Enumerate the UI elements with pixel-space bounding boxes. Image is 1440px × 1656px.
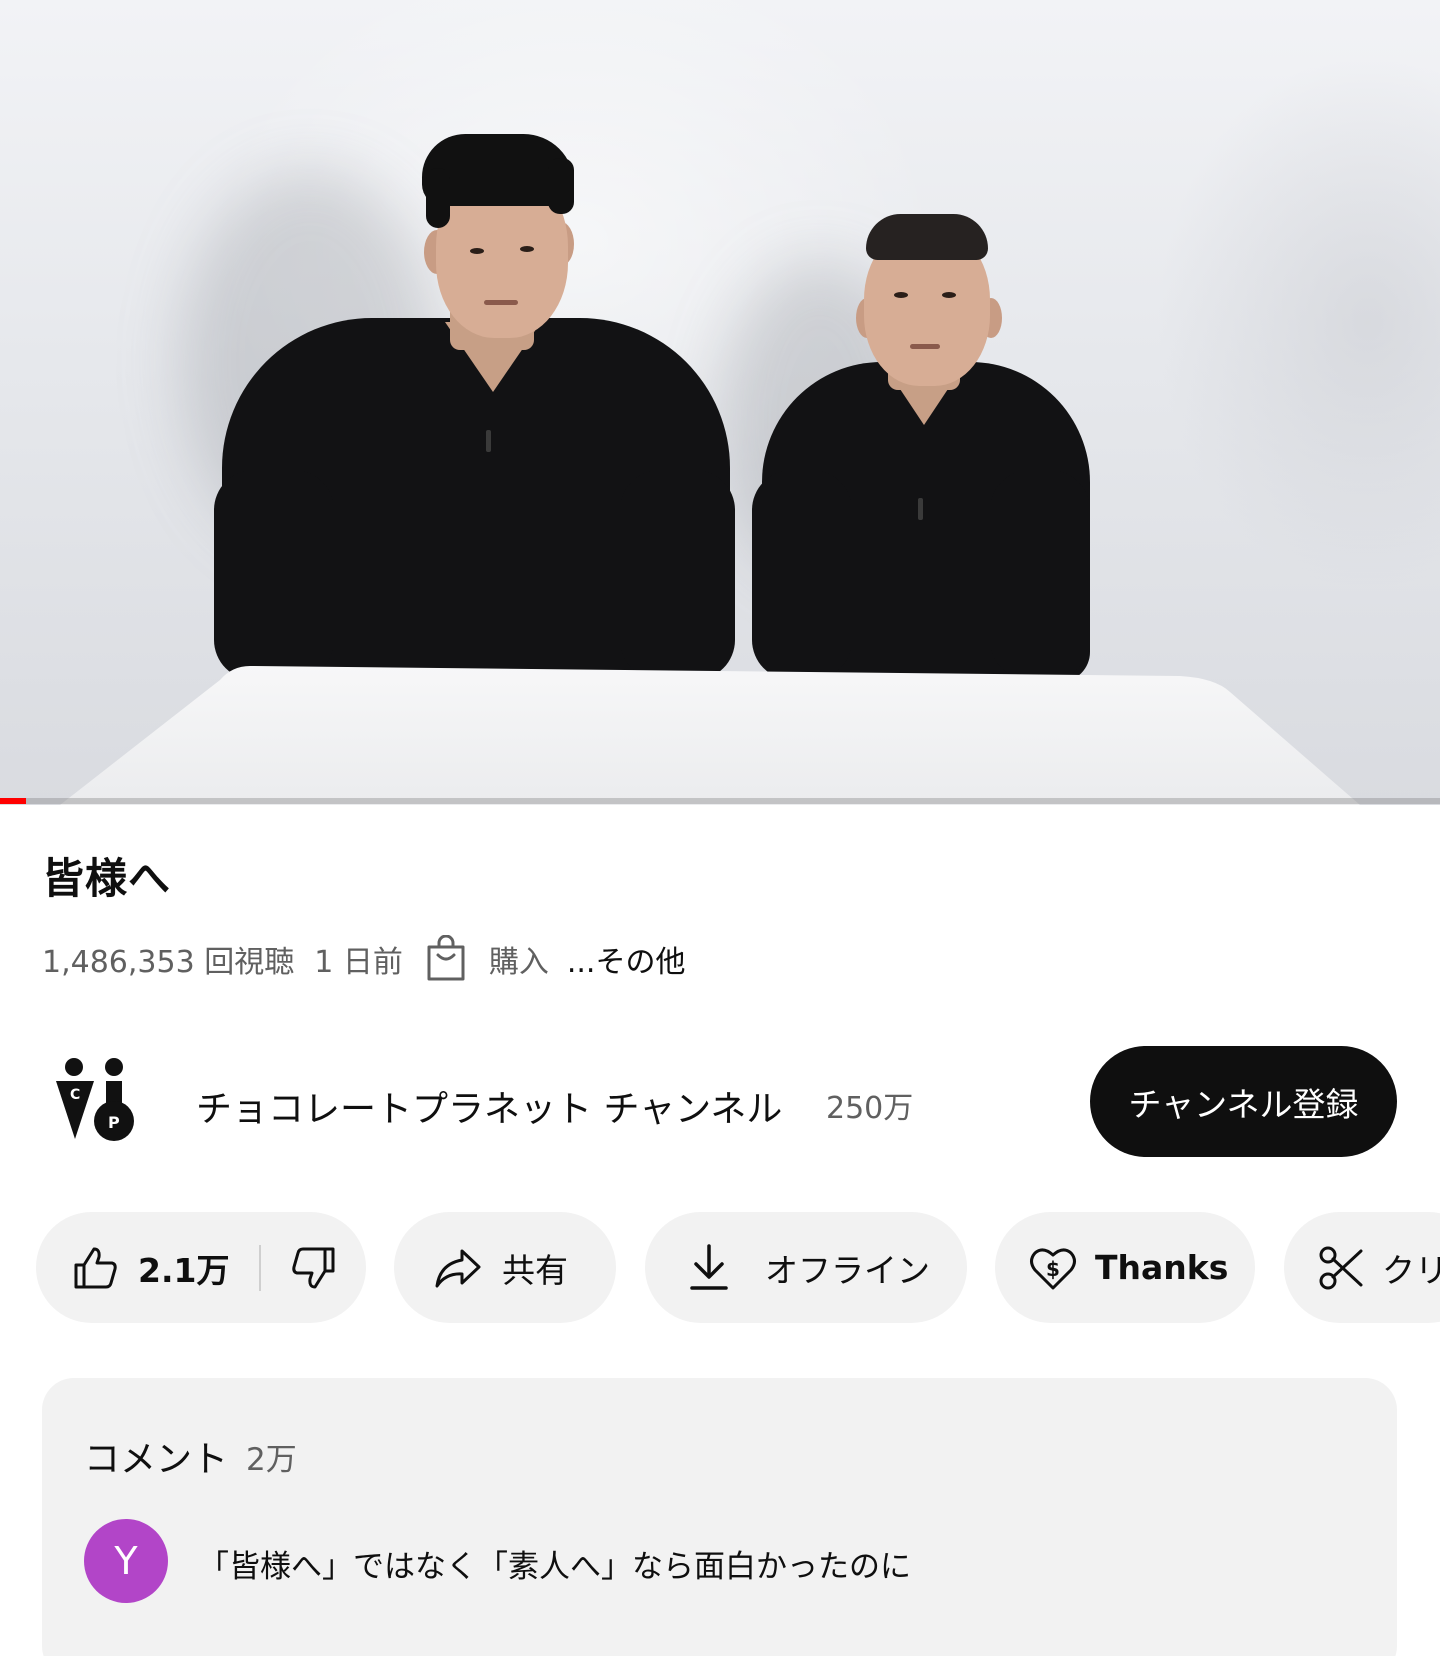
share-icon xyxy=(435,1249,481,1287)
download-button[interactable]: オフライン xyxy=(645,1212,967,1323)
video-table xyxy=(60,666,1360,805)
top-comment-text: 「皆様へ」ではなく「素人へ」なら面白かったのに xyxy=(198,1549,911,1585)
video-meta: 1,486,353 回視聴 1 日前 購入 ...その他 xyxy=(42,935,685,983)
upload-age: 1 日前 xyxy=(314,945,403,980)
thanks-icon: $ xyxy=(1030,1248,1076,1289)
channel-logo-letter-p: P xyxy=(108,1113,120,1132)
like-dislike-pill: 2.1万 xyxy=(36,1212,366,1323)
clip-label: クリ xyxy=(1382,1250,1440,1290)
comments-section[interactable]: コメント 2万 Y 「皆様へ」ではなく「素人へ」なら面白かったのに xyxy=(42,1378,1397,1656)
shopping-bag-icon[interactable] xyxy=(425,935,467,983)
clip-button[interactable]: クリ xyxy=(1284,1212,1440,1323)
download-label: オフライン xyxy=(765,1250,930,1290)
svg-text:$: $ xyxy=(1046,1257,1060,1281)
subscribe-button[interactable]: チャンネル登録 xyxy=(1090,1046,1397,1157)
view-count: 1,486,353 回視聴 xyxy=(42,945,295,980)
scissors-icon xyxy=(1319,1246,1363,1289)
video-progress-bar[interactable] xyxy=(0,798,1440,804)
buy-link[interactable]: 購入 xyxy=(489,937,549,981)
channel-avatar[interactable]: C P xyxy=(50,1055,142,1147)
video-title: 皆様へ xyxy=(42,854,172,903)
thumbs-down-icon[interactable] xyxy=(291,1245,337,1291)
thanks-button[interactable]: $ Thanks xyxy=(995,1212,1255,1323)
video-progress-fill xyxy=(0,798,26,804)
thanks-label: Thanks xyxy=(1095,1248,1229,1287)
share-label: 共有 xyxy=(502,1250,568,1290)
download-icon xyxy=(690,1243,728,1290)
thumbs-up-icon[interactable] xyxy=(72,1245,118,1291)
channel-logo-letter-c: C xyxy=(70,1087,80,1103)
commenter-avatar[interactable]: Y xyxy=(84,1519,168,1603)
like-divider xyxy=(259,1244,262,1291)
like-count[interactable]: 2.1万 xyxy=(138,1244,229,1292)
more-link[interactable]: ...その他 xyxy=(567,937,686,981)
comments-title: コメント xyxy=(84,1439,229,1480)
video-player[interactable] xyxy=(0,0,1440,805)
share-button[interactable]: 共有 xyxy=(394,1212,616,1323)
subscriber-count: 250万 xyxy=(826,1091,914,1126)
comments-count: 2万 xyxy=(246,1442,297,1478)
channel-name[interactable]: チョコレートプラネット チャンネル xyxy=(196,1080,782,1132)
